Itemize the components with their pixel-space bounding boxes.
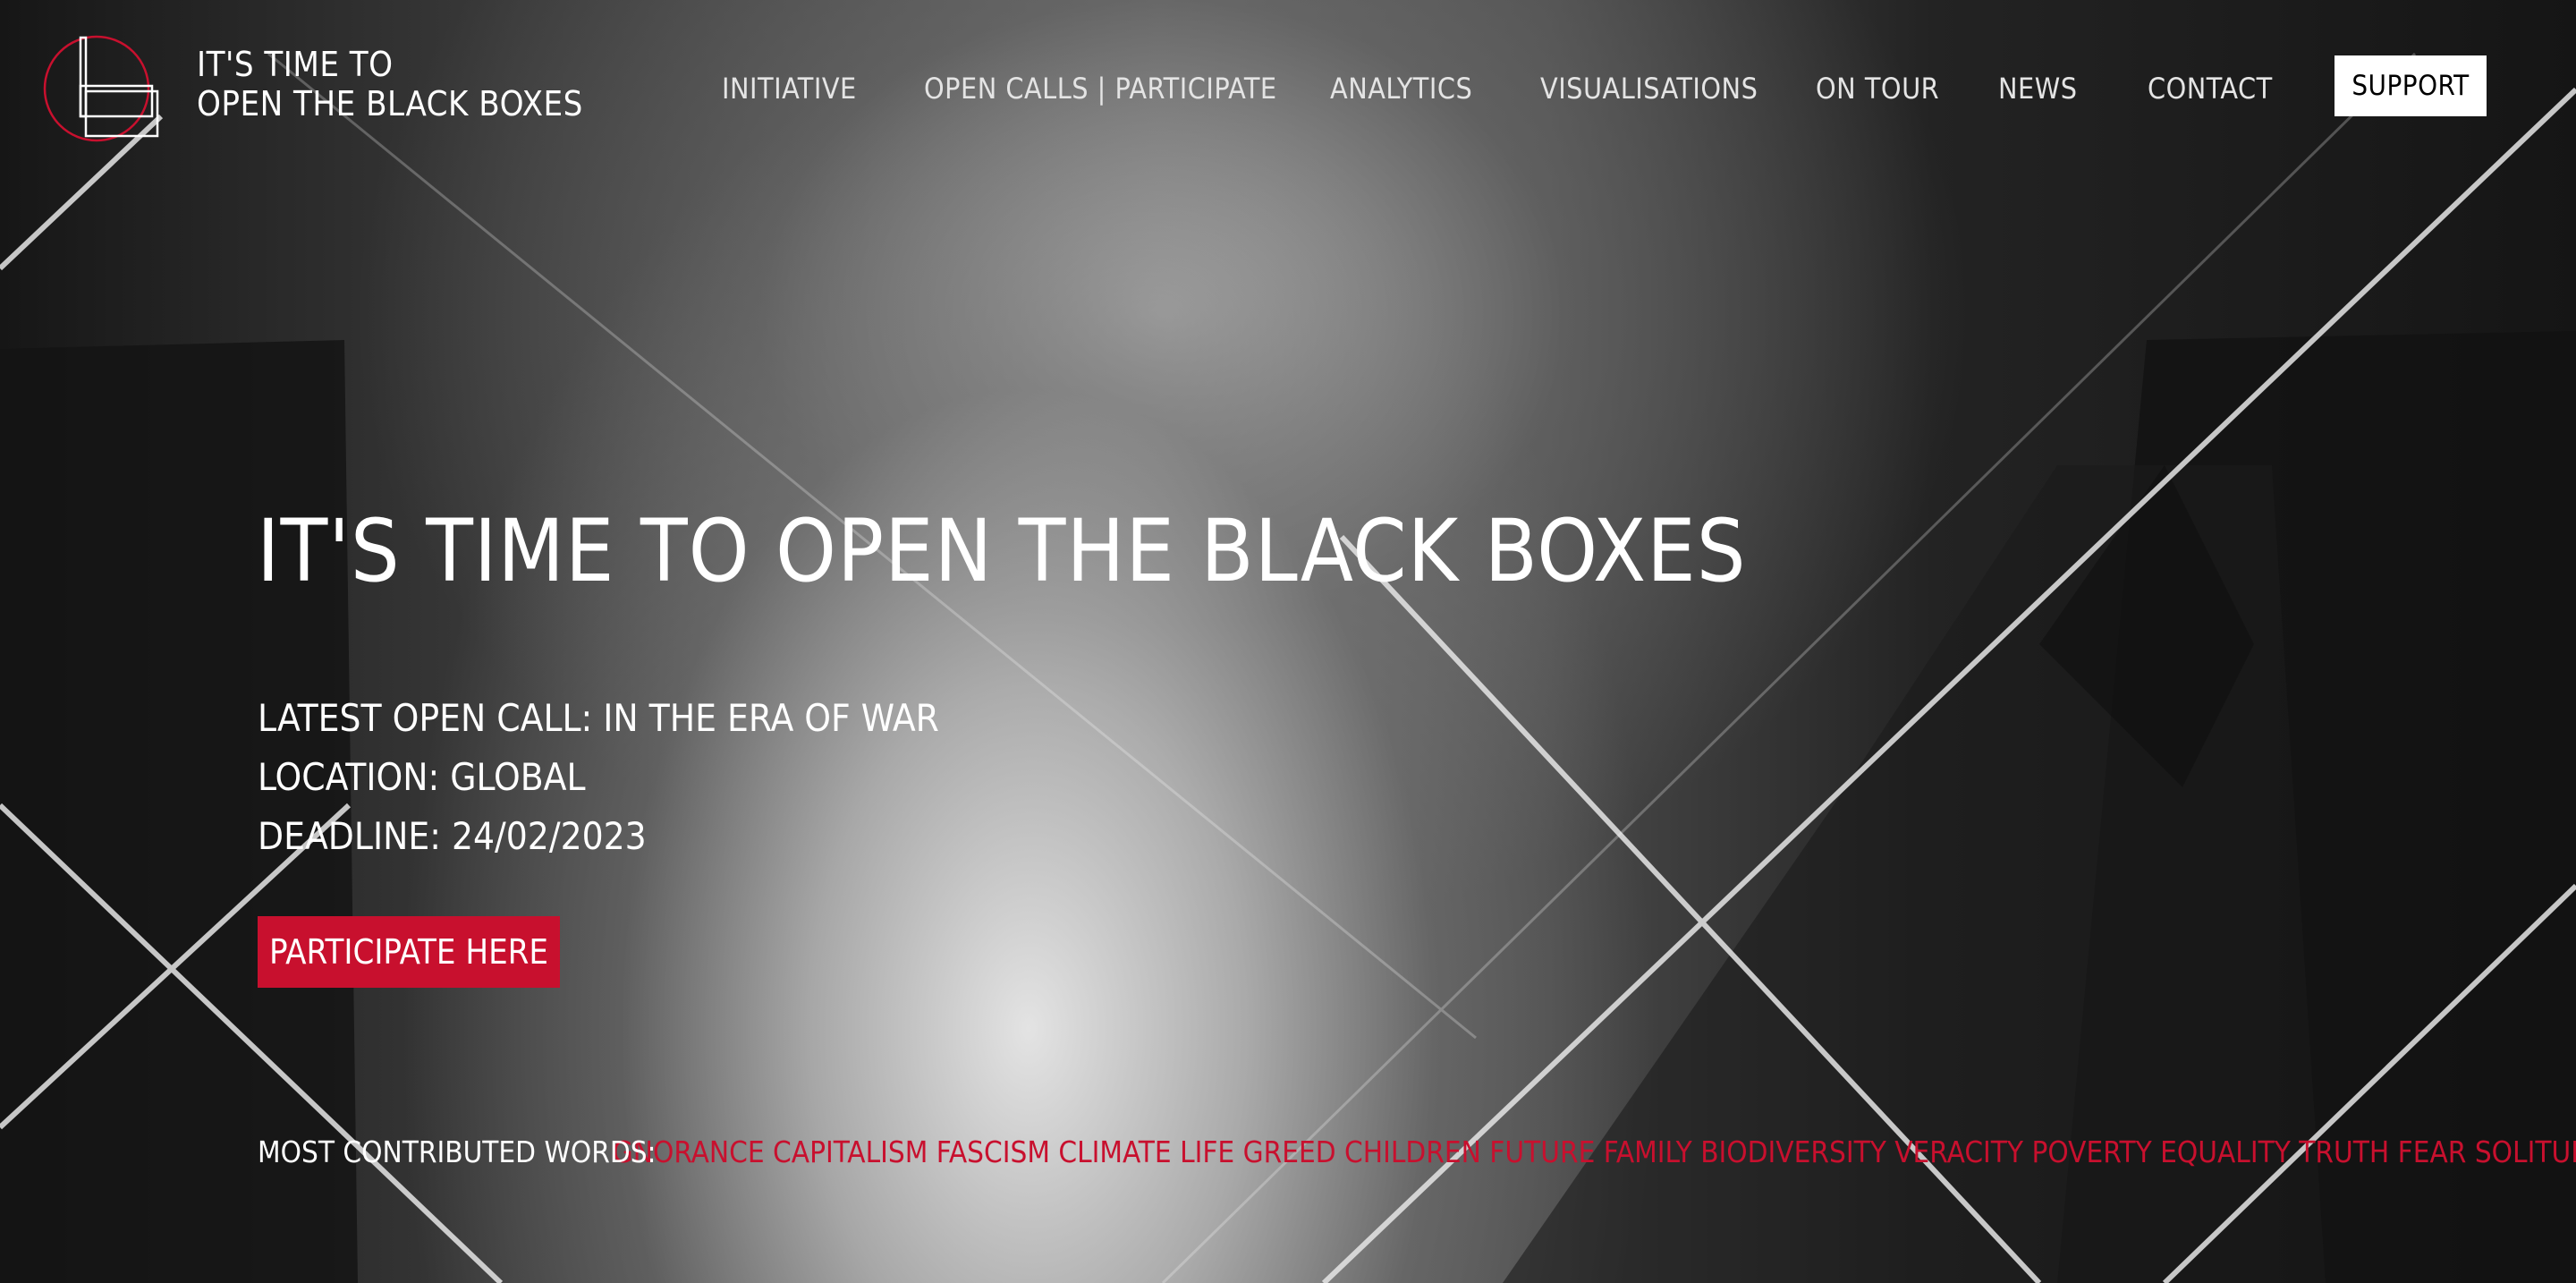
participate-button[interactable]: PARTICIPATE HERE [258, 916, 560, 988]
hero-title: IT'S TIME TO OPEN THE BLACK BOXES [257, 501, 1747, 601]
brand-line-1: IT'S TIME TO [197, 45, 394, 84]
nav-open-calls[interactable]: OPEN CALLS | PARTICIPATE [924, 72, 1277, 106]
words-ticker: IGNORANCE CAPITALISM FASCISM CLIMATE LIF… [614, 1134, 2576, 1181]
nav-contact[interactable]: CONTACT [2148, 72, 2273, 106]
call-deadline: DEADLINE: 24/02/2023 [258, 814, 647, 858]
brand-line-2: OPEN THE BLACK BOXES [197, 84, 583, 123]
logo-icon[interactable] [41, 32, 166, 145]
hero-background [0, 0, 2576, 1283]
nav-initiative[interactable]: INITIATIVE [722, 72, 857, 106]
words-ticker-text: IGNORANCE CAPITALISM FASCISM CLIMATE LIF… [614, 1134, 2576, 1169]
words-label: MOST CONTRIBUTED WORDS: [258, 1134, 657, 1169]
nav-analytics[interactable]: ANALYTICS [1330, 72, 1472, 106]
latest-open-call: LATEST OPEN CALL: IN THE ERA OF WAR [258, 696, 939, 740]
most-contributed-words: MOST CONTRIBUTED WORDS: IGNORANCE CAPITA… [0, 1134, 2576, 1181]
background-architecture-lines [0, 52, 2576, 1283]
nav-news[interactable]: NEWS [1998, 72, 2077, 106]
support-button[interactable]: SUPPORT [2334, 55, 2487, 116]
nav-visualisations[interactable]: VISUALISATIONS [1540, 72, 1758, 106]
open-call-info: LATEST OPEN CALL: IN THE ERA OF WAR LOCA… [258, 689, 939, 866]
call-location: LOCATION: GLOBAL [258, 755, 586, 799]
nav-on-tour[interactable]: ON TOUR [1816, 72, 1939, 106]
brand-name[interactable]: IT'S TIME TO OPEN THE BLACK BOXES [197, 45, 583, 123]
